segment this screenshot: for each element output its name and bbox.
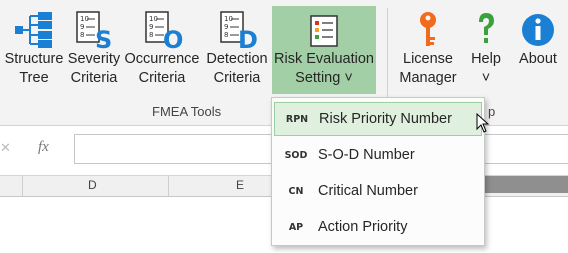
cancel-entry-icon[interactable]: ✕ (0, 140, 11, 156)
menu-item-label: Action Priority (318, 219, 408, 235)
detection-label-2: Criteria (213, 70, 261, 86)
severity-label-2: Criteria (70, 70, 118, 86)
risk-evaluation-menu: RPN Risk Priority Number SOD S-O-D Numbe… (271, 97, 485, 246)
info-icon (520, 6, 556, 50)
menu-item-ap[interactable]: AP Action Priority (274, 210, 482, 244)
insert-function-button[interactable]: fx (38, 139, 49, 156)
group-label-fmea-tools: FMEA Tools (152, 104, 222, 119)
severity-criteria-icon: 10 9 8 S (73, 6, 115, 50)
severity-criteria-button[interactable]: 10 9 8 S Severity Criteria (66, 6, 122, 94)
help-label: Help (471, 51, 501, 67)
license-label-1: License (403, 51, 453, 67)
svg-text:O: O (163, 26, 183, 50)
occurrence-label-1: Occurrence (124, 51, 200, 67)
risk-evaluation-icon (306, 6, 342, 50)
column-header-d[interactable]: D (88, 178, 97, 192)
help-icon (471, 6, 501, 50)
menu-item-label: Risk Priority Number (319, 111, 452, 127)
column-divider (22, 176, 23, 196)
about-label: About (519, 51, 557, 67)
mouse-cursor-icon (476, 113, 490, 133)
risk-evaluation-label-1: Risk Evaluation (274, 51, 374, 67)
svg-text:8: 8 (80, 31, 84, 39)
svg-text:9: 9 (149, 23, 153, 31)
svg-text:D: D (238, 26, 258, 50)
menu-item-label: Critical Number (318, 183, 418, 199)
key-icon (413, 6, 443, 50)
menu-item-label: S-O-D Number (318, 147, 415, 163)
license-manager-button[interactable]: License Manager (396, 6, 460, 94)
about-button[interactable]: About (512, 6, 564, 94)
risk-evaluation-label-2: Setting ˅ (295, 70, 353, 86)
occurrence-criteria-icon: 10 9 8 O (140, 6, 184, 50)
sod-icon: SOD (284, 149, 308, 161)
structure-tree-label-1: Structure (4, 51, 64, 67)
help-dropdown-caret: ˅ (481, 70, 491, 86)
menu-item-sod[interactable]: SOD S-O-D Number (274, 138, 482, 172)
help-button[interactable]: Help ˅ (464, 6, 508, 94)
structure-tree-button[interactable]: Structure Tree (2, 6, 66, 94)
selected-column-header[interactable] (484, 176, 568, 193)
risk-evaluation-setting-button[interactable]: Risk Evaluation Setting ˅ (272, 6, 376, 94)
cn-icon: CN (288, 185, 304, 197)
occurrence-criteria-button[interactable]: 10 9 8 O Occurrence Criteria (122, 6, 202, 94)
structure-tree-label-2: Tree (19, 70, 49, 86)
detection-label-1: Detection (206, 51, 268, 67)
column-divider (168, 176, 169, 196)
severity-label-1: Severity (67, 51, 121, 67)
structure-tree-icon (12, 6, 56, 50)
svg-text:9: 9 (80, 23, 84, 31)
license-label-2: Manager (399, 70, 457, 86)
svg-text:S: S (95, 26, 112, 50)
svg-text:9: 9 (224, 23, 228, 31)
menu-item-cn[interactable]: CN Critical Number (274, 174, 482, 208)
occurrence-label-2: Criteria (138, 70, 186, 86)
column-header-e[interactable]: E (236, 178, 244, 192)
ap-icon: AP (288, 221, 304, 233)
svg-text:8: 8 (224, 31, 228, 39)
detection-criteria-icon: 10 9 8 D (215, 6, 259, 50)
svg-text:8: 8 (149, 31, 153, 39)
menu-item-rpn[interactable]: RPN Risk Priority Number (274, 102, 482, 136)
detection-criteria-button[interactable]: 10 9 8 D Detection Criteria (202, 6, 272, 94)
rpn-icon: RPN (285, 113, 309, 125)
